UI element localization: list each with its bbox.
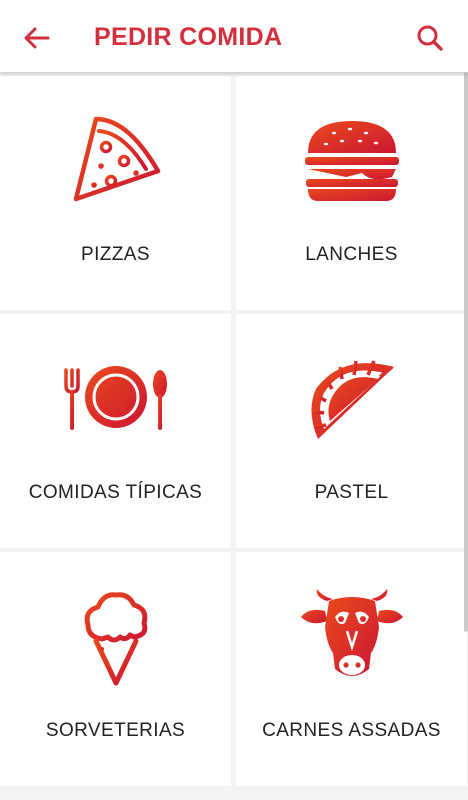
- category-card-pizzas[interactable]: PIZZAS: [0, 76, 231, 310]
- category-card-carnes-assadas[interactable]: CARNES ASSADAS: [236, 552, 467, 786]
- burger-icon: [292, 106, 412, 216]
- ice-cream-icon: [56, 582, 176, 692]
- search-icon: [417, 25, 443, 51]
- cow-icon: [292, 582, 412, 692]
- plate-cutlery-icon: [56, 344, 176, 454]
- back-button[interactable]: [18, 20, 54, 56]
- category-card-pastel[interactable]: PASTEL: [236, 314, 467, 548]
- category-grid: PIZZAS LANCHES COMIDAS TÍPICAS PASTEL SO…: [0, 72, 468, 800]
- category-card-comidas-tipicas[interactable]: COMIDAS TÍPICAS: [0, 314, 231, 548]
- search-button[interactable]: [412, 20, 448, 56]
- scrollbar[interactable]: [464, 72, 468, 632]
- category-label: CARNES ASSADAS: [262, 720, 441, 741]
- category-label: PIZZAS: [81, 244, 150, 265]
- category-label: SORVETERIAS: [45, 720, 186, 741]
- pizza-icon: [56, 106, 176, 216]
- category-label: PASTEL: [314, 482, 389, 503]
- category-card-lanches[interactable]: LANCHES: [236, 76, 467, 310]
- category-label: COMIDAS TÍPICAS: [28, 482, 203, 503]
- page-title: PEDIR COMIDA: [94, 23, 283, 51]
- category-card-sorveterias[interactable]: SORVETERIAS: [0, 552, 231, 786]
- arrow-left-icon: [24, 27, 50, 49]
- category-label: LANCHES: [305, 244, 398, 265]
- pastel-icon: [292, 344, 412, 454]
- app-bar: PEDIR COMIDA: [0, 0, 468, 72]
